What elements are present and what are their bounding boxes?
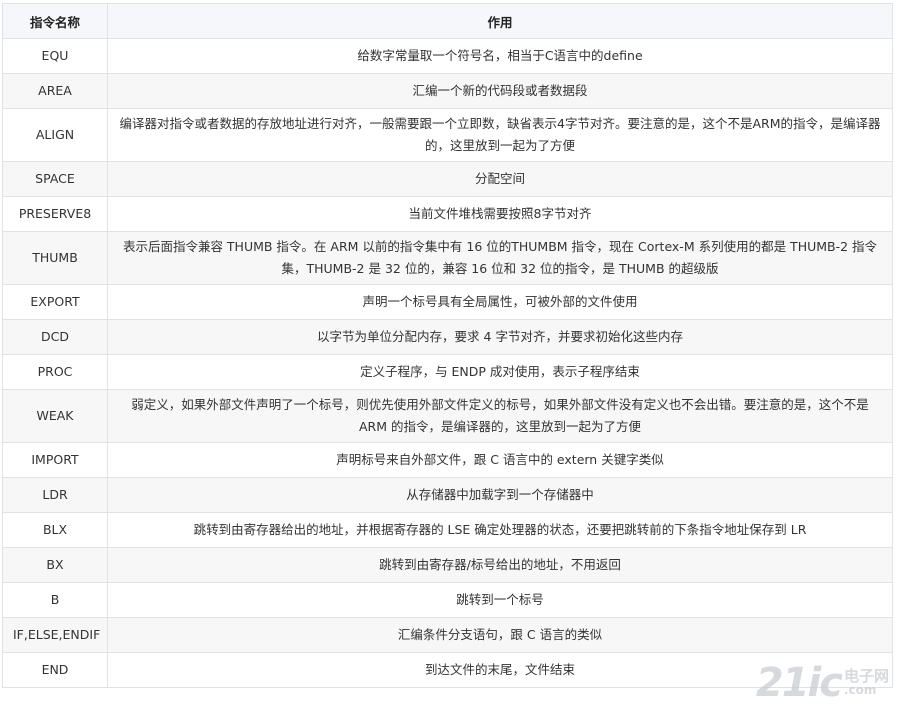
directive-desc: 分配空间 bbox=[107, 161, 893, 197]
directive-name: ALIGN bbox=[2, 108, 108, 162]
table-row: AREA 汇编一个新的代码段或者数据段 bbox=[2, 73, 893, 109]
directive-desc: 声明一个标号具有全局属性，可被外部的文件使用 bbox=[107, 284, 893, 320]
directive-desc: 声明标号来自外部文件，跟 C 语言中的 extern 关键字类似 bbox=[107, 442, 893, 478]
directives-table: 指令名称 作用 EQU 给数字常量取一个符号名，相当于C语言中的define ARE… bbox=[2, 3, 893, 688]
directive-desc: 汇编条件分支语句，跟 C 语言的类似 bbox=[107, 617, 893, 653]
directive-desc: 编译器对指令或者数据的存放地址进行对齐，一般需要跟一个立即数，缺省表示4字节对齐… bbox=[107, 108, 893, 162]
table-row: IMPORT 声明标号来自外部文件，跟 C 语言中的 extern 关键字类似 bbox=[2, 442, 893, 478]
table-row: WEAK 弱定义，如果外部文件声明了一个标号，则优先使用外部文件定义的标号，如果外… bbox=[2, 389, 893, 443]
watermark-cn: 电子网 bbox=[843, 667, 889, 685]
table-row: BLX 跳转到由寄存器给出的地址，并根据寄存器的 LSE 确定处理器的状态，还要把… bbox=[2, 512, 893, 548]
table-row: LDR 从存储器中加载字到一个存储器中 bbox=[2, 477, 893, 513]
directive-desc: 跳转到由寄存器给出的地址，并根据寄存器的 LSE 确定处理器的状态，还要把跳转前… bbox=[107, 512, 893, 548]
directive-name: WEAK bbox=[2, 389, 108, 443]
directive-name: SPACE bbox=[2, 161, 108, 197]
directive-name: EQU bbox=[2, 38, 108, 74]
table-row: IF,ELSE,ENDIF 汇编条件分支语句，跟 C 语言的类似 bbox=[2, 617, 893, 653]
header-name: 指令名称 bbox=[2, 3, 108, 39]
table-row: THUMB 表示后面指令兼容 THUMB 指令。在 ARM 以前的指令集中有 16… bbox=[2, 231, 893, 285]
directive-name: BLX bbox=[2, 512, 108, 548]
directive-name: LDR bbox=[2, 477, 108, 513]
directive-name: PROC bbox=[2, 354, 108, 390]
directive-name: EXPORT bbox=[2, 284, 108, 320]
table-row: PROC 定义子程序，与 ENDP 成对使用，表示子程序结束 bbox=[2, 354, 893, 390]
watermark-logo: 21ic 电子网 .com bbox=[756, 660, 889, 706]
table-row: ALIGN 编译器对指令或者数据的存放地址进行对齐，一般需要跟一个立即数，缺省表示… bbox=[2, 108, 893, 162]
table-row: DCD 以字节为单位分配内存，要求 4 字节对齐，并要求初始化这些内存 bbox=[2, 319, 893, 355]
directive-name: THUMB bbox=[2, 231, 108, 285]
table-row: EXPORT 声明一个标号具有全局属性，可被外部的文件使用 bbox=[2, 284, 893, 320]
table-row: EQU 给数字常量取一个符号名，相当于C语言中的define bbox=[2, 38, 893, 74]
directive-desc: 从存储器中加载字到一个存储器中 bbox=[107, 477, 893, 513]
header-desc: 作用 bbox=[107, 3, 893, 39]
watermark-domain: .com bbox=[843, 683, 877, 697]
table-row: BX 跳转到由寄存器/标号给出的地址，不用返回 bbox=[2, 547, 893, 583]
directive-name: IF,ELSE,ENDIF bbox=[2, 617, 108, 653]
table-row: PRESERVE8 当前文件堆栈需要按照8字节对齐 bbox=[2, 196, 893, 232]
directive-desc: 汇编一个新的代码段或者数据段 bbox=[107, 73, 893, 109]
directive-name: BX bbox=[2, 547, 108, 583]
directive-desc: 跳转到由寄存器/标号给出的地址，不用返回 bbox=[107, 547, 893, 583]
directive-desc: 弱定义，如果外部文件声明了一个标号，则优先使用外部文件定义的标号，如果外部文件没… bbox=[107, 389, 893, 443]
directive-name: PRESERVE8 bbox=[2, 196, 108, 232]
directive-desc: 跳转到一个标号 bbox=[107, 582, 893, 618]
directive-desc: 定义子程序，与 ENDP 成对使用，表示子程序结束 bbox=[107, 354, 893, 390]
directive-name: AREA bbox=[2, 73, 108, 109]
directive-desc: 表示后面指令兼容 THUMB 指令。在 ARM 以前的指令集中有 16 位的TH… bbox=[107, 231, 893, 285]
watermark-main: 21ic bbox=[755, 660, 843, 706]
directive-name: END bbox=[2, 652, 108, 688]
directive-desc: 给数字常量取一个符号名，相当于C语言中的define bbox=[107, 38, 893, 74]
directive-name: DCD bbox=[2, 319, 108, 355]
directive-desc: 当前文件堆栈需要按照8字节对齐 bbox=[107, 196, 893, 232]
directive-desc: 以字节为单位分配内存，要求 4 字节对齐，并要求初始化这些内存 bbox=[107, 319, 893, 355]
table-row: SPACE 分配空间 bbox=[2, 161, 893, 197]
directive-name: IMPORT bbox=[2, 442, 108, 478]
directive-name: B bbox=[2, 582, 108, 618]
table-row: B 跳转到一个标号 bbox=[2, 582, 893, 618]
header-row: 指令名称 作用 bbox=[2, 3, 893, 39]
